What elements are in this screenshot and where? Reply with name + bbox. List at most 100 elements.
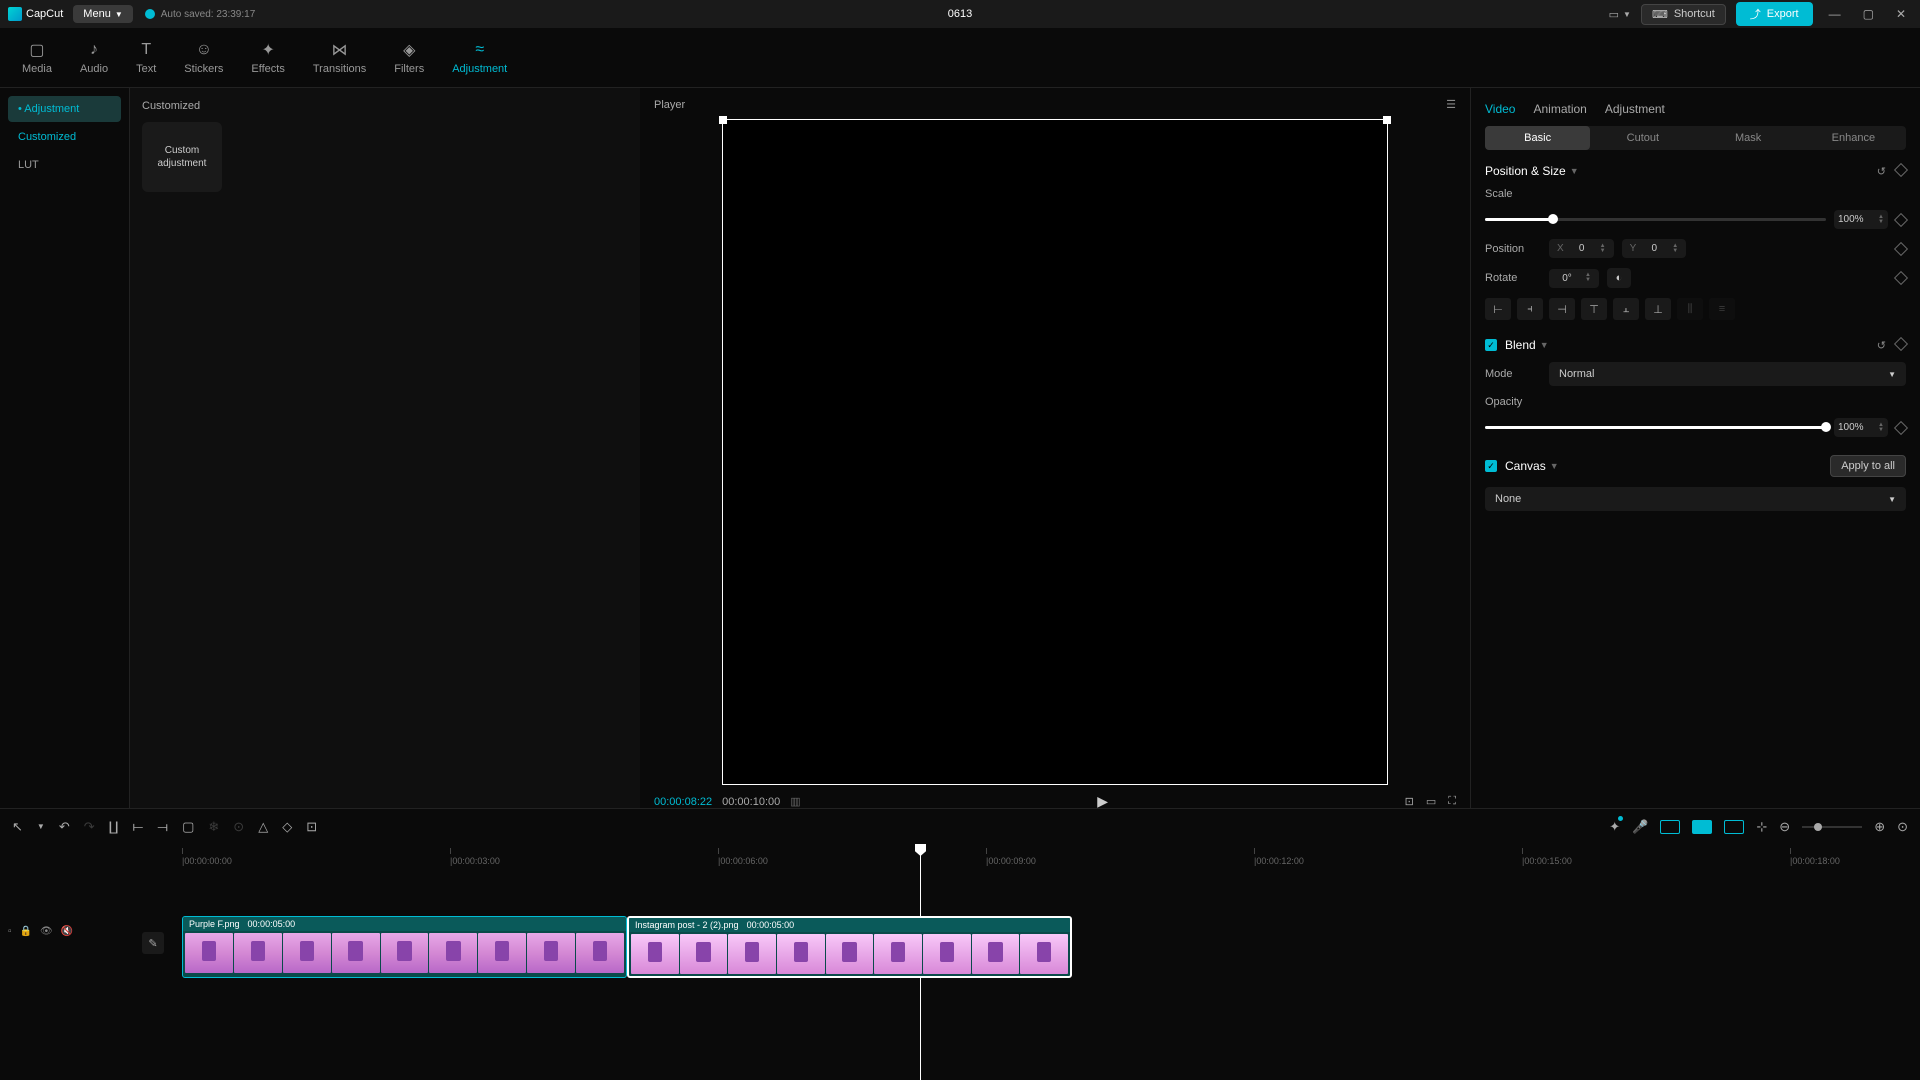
player-menu-icon[interactable]: ☰	[1446, 98, 1456, 111]
rotate-input[interactable]: 0° ▲▼	[1549, 269, 1599, 288]
tab-filters[interactable]: ◈Filters	[380, 35, 438, 81]
preview-axis-button[interactable]: ⊹	[1756, 819, 1767, 835]
align-hcenter-button[interactable]: ⫞	[1517, 298, 1543, 320]
auto-snap-button[interactable]	[1692, 820, 1712, 834]
property-tab-video[interactable]: Video	[1485, 102, 1515, 116]
rotate-cw-button[interactable]: ◇	[282, 819, 292, 835]
blend-checkbox[interactable]: ✓	[1485, 339, 1497, 351]
keyframe-button[interactable]	[1894, 336, 1908, 350]
opacity-slider[interactable]	[1485, 426, 1826, 429]
property-tab-animation[interactable]: Animation	[1533, 102, 1586, 116]
position-x-input[interactable]: X 0 ▲▼	[1549, 239, 1614, 258]
auto-caption-icon[interactable]: ✦	[1609, 819, 1620, 835]
spinner-icon[interactable]: ▲▼	[1878, 215, 1884, 225]
align-right-button[interactable]: ⊣	[1549, 298, 1575, 320]
apply-to-all-button[interactable]: Apply to all	[1830, 455, 1906, 477]
timeline-clip[interactable]: Instagram post - 2 (2).png00:00:05:00	[627, 916, 1072, 978]
subtab-mask[interactable]: Mask	[1696, 126, 1801, 150]
export-button[interactable]: ⤴ Export	[1736, 2, 1813, 26]
zoom-fit-button[interactable]: ⊙	[1897, 819, 1908, 835]
play-button[interactable]: ▶	[1097, 793, 1108, 810]
sidebar-item-adjustment[interactable]: • Adjustment	[8, 96, 121, 122]
spinner-icon[interactable]: ▲▼	[1585, 273, 1591, 283]
chevron-down-icon[interactable]: ▼	[1570, 166, 1579, 176]
player-frame[interactable]	[722, 119, 1388, 785]
tab-audio[interactable]: ♪Audio	[66, 35, 122, 81]
zoom-in-button[interactable]: ⊕	[1874, 819, 1885, 835]
shortcut-button[interactable]: ⌨ Shortcut	[1641, 4, 1726, 25]
scale-preview-icon[interactable]: ⊡	[1405, 795, 1414, 808]
timeline-clip[interactable]: Purple F.png00:00:05:00	[182, 916, 627, 978]
track-lock-icon[interactable]: 🔒	[20, 926, 32, 937]
spinner-icon[interactable]: ▲▼	[1600, 244, 1606, 254]
position-y-input[interactable]: Y 0 ▲▼	[1622, 239, 1687, 258]
spinner-icon[interactable]: ▲▼	[1878, 423, 1884, 433]
aspect-ratio-button[interactable]: ▭ ▼	[1609, 8, 1631, 21]
reset-icon[interactable]: ↺	[1877, 339, 1886, 352]
align-bottom-button[interactable]: ⊥	[1645, 298, 1671, 320]
subtab-enhance[interactable]: Enhance	[1801, 126, 1906, 150]
tab-effects[interactable]: ✦Effects	[237, 35, 298, 81]
minimize-button[interactable]: —	[1823, 7, 1847, 21]
compare-icon[interactable]: ▥	[790, 795, 800, 808]
keyframe-button[interactable]	[1894, 241, 1908, 255]
tab-text[interactable]: TText	[122, 35, 170, 81]
tab-transitions[interactable]: ⋈Transitions	[299, 35, 380, 81]
keyframe-button[interactable]	[1894, 271, 1908, 285]
property-tab-adjustment[interactable]: Adjustment	[1605, 102, 1665, 116]
crop-button[interactable]: ⊡	[306, 819, 317, 835]
record-icon[interactable]: 🎤	[1632, 819, 1648, 835]
delete-button[interactable]: ▢	[182, 819, 194, 835]
delete-right-button[interactable]: ⟞	[157, 819, 168, 835]
tab-media[interactable]: ▢Media	[8, 35, 66, 81]
keyframe-button[interactable]	[1894, 420, 1908, 434]
sidebar-item-customized[interactable]: Customized	[8, 124, 121, 150]
custom-adjustment-tile[interactable]: Custom adjustment	[142, 122, 222, 192]
track-visibility-icon[interactable]: 👁	[40, 926, 53, 937]
tab-stickers[interactable]: ☺Stickers	[170, 35, 237, 81]
clip-duration: 00:00:05:00	[747, 920, 795, 930]
reset-icon[interactable]: ↺	[1877, 165, 1886, 178]
select-tool[interactable]: ↖	[12, 819, 23, 835]
keyframe-button[interactable]	[1894, 212, 1908, 226]
chevron-down-icon[interactable]: ▼	[1550, 461, 1559, 471]
menu-button[interactable]: Menu ▼	[73, 5, 132, 23]
subtab-basic[interactable]: Basic	[1485, 126, 1590, 150]
align-vcenter-button[interactable]: ⫠	[1613, 298, 1639, 320]
select-dropdown-icon[interactable]: ▼	[37, 822, 45, 831]
player-canvas[interactable]	[654, 119, 1456, 785]
track-edit-icon[interactable]: ✎	[142, 932, 164, 954]
ruler-mark: |00:00:00:00	[182, 848, 232, 866]
timeline[interactable]: |00:00:00:00|00:00:03:00|00:00:06:00|00:…	[0, 844, 1920, 1080]
sidebar-item-lut[interactable]: LUT	[8, 152, 121, 178]
track-collapse-icon[interactable]: ▫	[8, 926, 12, 937]
fullscreen-icon[interactable]: ⛶	[1448, 795, 1456, 808]
scale-value[interactable]: 100% ▲▼	[1834, 210, 1888, 229]
align-left-button[interactable]: ⊢	[1485, 298, 1511, 320]
close-button[interactable]: ✕	[1890, 7, 1912, 21]
chevron-down-icon[interactable]: ▼	[1540, 340, 1549, 350]
opacity-value[interactable]: 100% ▲▼	[1834, 418, 1888, 437]
undo-button[interactable]: ↶	[59, 819, 70, 835]
main-track-magnet-button[interactable]	[1660, 820, 1680, 834]
mirror-button[interactable]: △	[258, 819, 268, 835]
zoom-slider[interactable]	[1802, 826, 1862, 828]
scale-slider[interactable]	[1485, 218, 1826, 221]
track-mute-icon[interactable]: 🔇	[61, 926, 73, 937]
timeline-ruler[interactable]: |00:00:00:00|00:00:03:00|00:00:06:00|00:…	[12, 844, 1908, 866]
keyframe-button[interactable]	[1894, 162, 1908, 176]
align-top-button[interactable]: ⊤	[1581, 298, 1607, 320]
blend-mode-dropdown[interactable]: Normal ▼	[1549, 362, 1906, 386]
rotate-dial[interactable]: ◐	[1607, 268, 1631, 288]
linkage-button[interactable]	[1724, 820, 1744, 834]
split-button[interactable]: ∐	[109, 819, 119, 835]
maximize-button[interactable]: ▢	[1857, 7, 1880, 21]
canvas-checkbox[interactable]: ✓	[1485, 460, 1497, 472]
zoom-out-button[interactable]: ⊖	[1779, 819, 1790, 835]
delete-left-button[interactable]: ⟝	[132, 819, 143, 835]
canvas-dropdown[interactable]: None ▼	[1485, 487, 1906, 511]
tab-adjustment[interactable]: ≈Adjustment	[438, 35, 521, 81]
subtab-cutout[interactable]: Cutout	[1590, 126, 1695, 150]
ratio-icon[interactable]: ▭	[1426, 795, 1436, 808]
spinner-icon[interactable]: ▲▼	[1672, 244, 1678, 254]
